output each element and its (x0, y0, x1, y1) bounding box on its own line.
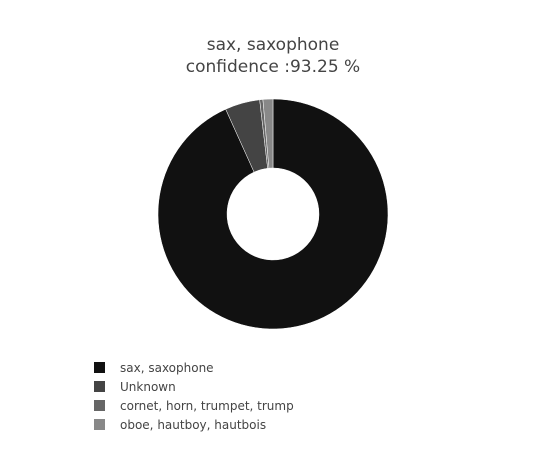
chart-legend: sax, saxophone Unknown cornet, horn, trump… (94, 358, 294, 434)
legend-item[interactable]: Unknown (94, 377, 294, 396)
legend-label: cornet, horn, trumpet, trump (120, 398, 294, 413)
legend-label: oboe, hautboy, hautbois (120, 417, 267, 432)
legend-item[interactable]: cornet, horn, trumpet, trump (94, 396, 294, 415)
chart-container: sax, saxophone confidence :93.25 % sax, … (0, 0, 546, 450)
legend-label: sax, saxophone (120, 360, 214, 375)
legend-label: Unknown (120, 379, 176, 394)
legend-swatch (94, 362, 105, 373)
legend-swatch (94, 381, 105, 392)
legend-swatch (94, 400, 105, 411)
legend-item[interactable]: sax, saxophone (94, 358, 294, 377)
legend-swatch (94, 419, 105, 430)
legend-item[interactable]: oboe, hautboy, hautbois (94, 415, 294, 434)
